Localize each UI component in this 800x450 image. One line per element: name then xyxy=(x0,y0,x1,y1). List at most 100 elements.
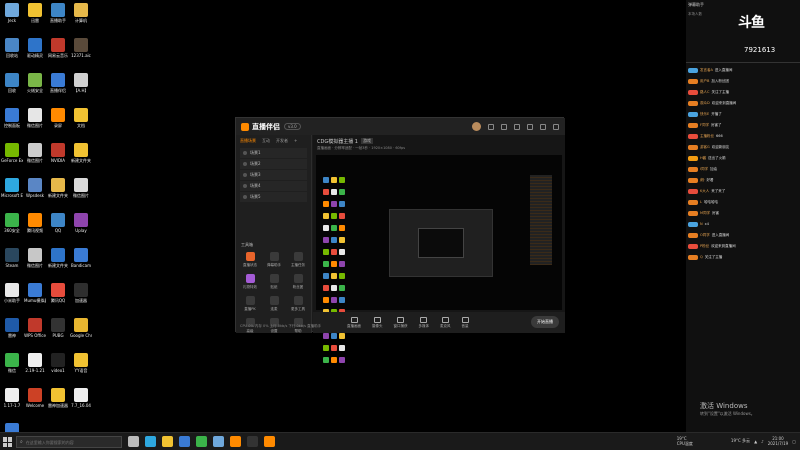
desktop-icon[interactable]: video1 xyxy=(47,353,69,373)
desktop-icon[interactable]: YY语音 xyxy=(70,353,92,373)
desktop-icon[interactable]: 新建文件夹 xyxy=(47,178,69,198)
room-title[interactable]: CDG模拟器主播 1 xyxy=(317,138,358,145)
scene-item[interactable]: 场景4 xyxy=(240,181,307,191)
tool-item[interactable]: 连麦 xyxy=(263,296,285,312)
desktop-icon[interactable]: Bandicam xyxy=(70,248,92,268)
notification-icon[interactable]: ▢ xyxy=(792,439,796,444)
desktop-icon[interactable]: PUBG xyxy=(47,318,69,338)
search-input[interactable] xyxy=(25,439,121,445)
tool-item[interactable]: 粉丝团 xyxy=(287,274,309,290)
source-control-button[interactable]: 摄像头 xyxy=(372,316,383,329)
eye-icon[interactable] xyxy=(243,173,247,177)
source-control-button[interactable]: 窗口捕获 xyxy=(394,316,408,329)
desktop-icon[interactable]: 加速器 xyxy=(70,283,92,303)
taskbar-search[interactable]: ⌕ xyxy=(16,436,122,448)
desktop-icon[interactable]: 【A.H】 xyxy=(70,73,92,93)
chat-username[interactable]: 发言者A xyxy=(700,68,713,73)
desktop-icon[interactable]: 腾讯QQ xyxy=(47,283,69,303)
app-version-badge[interactable]: v3.0 xyxy=(284,123,301,130)
taskbar-app-mail-icon[interactable] xyxy=(213,436,224,447)
maximize-icon[interactable] xyxy=(540,123,546,130)
desktop-icon[interactable]: Jeck xyxy=(1,3,23,23)
desktop-icon[interactable]: Steam xyxy=(1,248,23,268)
desktop-icon[interactable]: 雷神 xyxy=(1,318,23,338)
desktop-icon[interactable]: 微信图片 xyxy=(24,143,46,163)
desktop-icon[interactable]: 1.17-1.7 xyxy=(1,388,23,408)
chat-username[interactable]: P粉丝 xyxy=(700,244,709,249)
avatar[interactable] xyxy=(472,122,481,131)
chat-username[interactable]: 快乐E xyxy=(700,112,709,117)
taskbar-app-edge-icon[interactable] xyxy=(145,436,156,447)
desktop-icon[interactable]: 直播助手 xyxy=(47,3,69,23)
taskbar-app-obs-icon[interactable] xyxy=(247,436,258,447)
chat-username[interactable]: J粉 xyxy=(700,178,705,183)
desktop-icon[interactable]: 计算机 xyxy=(70,3,92,23)
desktop-icon[interactable]: 360安全 xyxy=(1,213,23,233)
eye-icon[interactable] xyxy=(243,151,247,155)
tab-developer[interactable]: 开发者 xyxy=(276,138,288,144)
tab-scenes[interactable]: 直播场景 xyxy=(240,138,256,144)
desktop-icon[interactable]: Google Chrome xyxy=(70,318,92,338)
desktop-icon[interactable]: 文档 xyxy=(70,108,92,128)
eye-icon[interactable] xyxy=(243,162,247,166)
windows-start-icon[interactable] xyxy=(3,437,13,447)
chat-username[interactable]: K大人 xyxy=(700,189,709,194)
desktop-icon[interactable]: 驱动精灵 xyxy=(24,38,46,58)
desktop-icon[interactable]: Uplay xyxy=(70,213,92,233)
desktop-icon[interactable]: Wpsdesk xyxy=(24,178,46,198)
desktop-icon[interactable]: QQ xyxy=(47,213,69,233)
desktop-icon[interactable]: NVIDIA xyxy=(47,143,69,163)
weather-widget[interactable]: 19°C CPU温度 xyxy=(677,436,693,446)
tool-item[interactable]: 更多工具 xyxy=(287,296,309,312)
desktop-icon[interactable]: 微信图片 xyxy=(24,248,46,268)
desktop-icon[interactable]: 微信图片 xyxy=(24,108,46,128)
desktop-icon[interactable]: 雷神加速器 xyxy=(47,388,69,408)
chat-username[interactable]: 用户B xyxy=(700,79,709,84)
tool-item[interactable]: 主播任务 xyxy=(287,252,309,268)
desktop-icon[interactable]: 迅雷 xyxy=(24,3,46,23)
chat-username[interactable]: O同学 xyxy=(700,233,710,238)
chat-username[interactable]: 主播粉丝 xyxy=(700,134,714,139)
chat-username[interactable]: I同学 xyxy=(700,167,708,172)
desktop-icon[interactable]: 新建文件夹 xyxy=(70,143,92,163)
desktop-icon[interactable]: 微信图片 xyxy=(70,178,92,198)
clock[interactable]: 21:00 2021/7/19 xyxy=(768,436,789,446)
tool-item[interactable]: 弹幕助手 xyxy=(263,252,285,268)
chat-username[interactable]: N xyxy=(700,222,703,226)
menu-icon[interactable] xyxy=(514,123,520,130)
chat-username[interactable]: 观众D xyxy=(700,101,710,106)
source-control-button[interactable]: 多媒体 xyxy=(419,316,429,329)
source-control-button[interactable]: 音量 xyxy=(461,316,469,329)
room-category-tag[interactable]: 游戏 xyxy=(361,138,373,144)
desktop-icon[interactable]: 录屏 xyxy=(47,108,69,128)
tab-add[interactable]: + xyxy=(294,138,297,144)
settings-icon[interactable] xyxy=(501,123,507,130)
desktop-icon[interactable]: 火绒安全 xyxy=(24,73,46,93)
desktop-icon[interactable]: 直播伴侣 xyxy=(47,73,69,93)
desktop-icon[interactable]: Microsoft Edge xyxy=(1,178,23,198)
scene-item[interactable]: 场景1 xyxy=(240,148,307,158)
scene-item[interactable]: 场景5 xyxy=(240,192,307,202)
taskbar-app-live-assistant-icon[interactable] xyxy=(264,436,275,447)
chat-username[interactable]: 游客G xyxy=(700,145,710,150)
desktop-icon[interactable]: 7.7_16.04 xyxy=(70,388,92,408)
start-live-button[interactable]: 开始直播 xyxy=(531,316,559,328)
desktop-icon[interactable]: GeForce Experience xyxy=(1,143,23,163)
tab-interact[interactable]: 互动 xyxy=(262,138,270,144)
desktop-icon[interactable]: 腾讯视频 xyxy=(24,213,46,233)
desktop-icon[interactable]: Mumu模拟器 xyxy=(24,283,46,303)
minimize-icon[interactable] xyxy=(527,123,533,130)
chat-username[interactable]: 路人C xyxy=(700,90,709,95)
source-control-button[interactable]: 麦克风 xyxy=(440,316,451,329)
desktop-icon[interactable]: 回收站 xyxy=(1,38,23,58)
chat-username[interactable]: H酱 xyxy=(700,156,706,161)
tool-item[interactable]: 贴纸 xyxy=(263,274,285,290)
chat-username[interactable]: L xyxy=(700,200,702,204)
tool-item[interactable]: 直播PK xyxy=(239,296,261,312)
desktop-icon[interactable]: 微信 xyxy=(1,353,23,373)
stream-preview[interactable] xyxy=(316,155,562,363)
desktop-icon[interactable]: WPS Office xyxy=(24,318,46,338)
desktop-icon[interactable]: 2.19-1.21 xyxy=(24,353,46,373)
taskbar-app-file-explorer-icon[interactable] xyxy=(162,436,173,447)
tray-status[interactable]: 19°C 多云 xyxy=(731,438,750,444)
